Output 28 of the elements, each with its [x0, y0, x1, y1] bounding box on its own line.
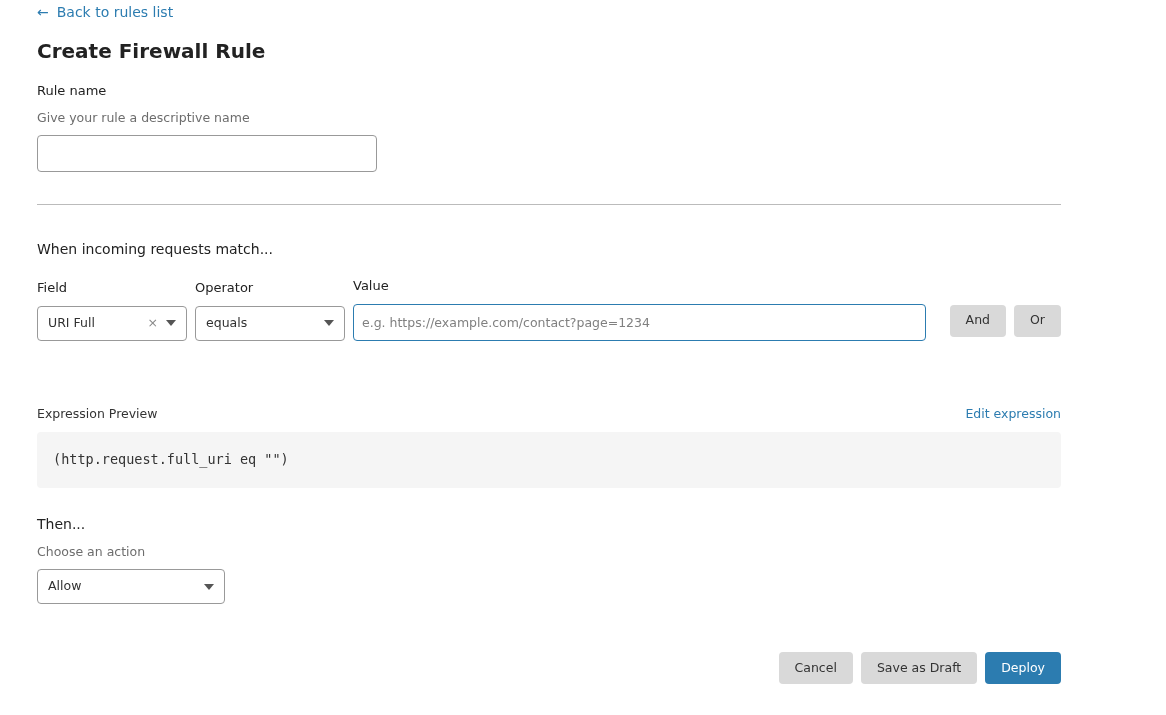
- edit-expression-link[interactable]: Edit expression: [965, 404, 1061, 424]
- dropdown-caret-icon: [204, 583, 214, 590]
- page-title: Create Firewall Rule: [37, 39, 267, 63]
- value-input[interactable]: e.g. https://example.com/contact?page=1234: [353, 303, 926, 341]
- field-hint: Choose an action: [37, 542, 147, 561]
- logic-button[interactable]: Or: [1014, 304, 1061, 337]
- dropdown-caret-icon: [324, 320, 334, 327]
- field-hint: Give your rule a descriptive name: [37, 108, 251, 127]
- back-link[interactable]: ← Back to rules list: [37, 2, 174, 23]
- expression-preview: (http.request.full_uri eq ""): [37, 431, 1061, 488]
- section-heading: Then...: [37, 514, 87, 534]
- rule-name-input[interactable]: [37, 135, 377, 173]
- field-label: Field: [37, 279, 68, 298]
- action-dropdown[interactable]: Allow: [37, 569, 225, 605]
- select-dropdown[interactable]: URI Full ×: [37, 305, 187, 341]
- section-heading: When incoming requests match...: [37, 240, 274, 260]
- clear-icon[interactable]: ×: [147, 313, 158, 333]
- secondary-button[interactable]: Save as Draft: [860, 652, 978, 685]
- arrow-icon: ←: [37, 2, 49, 23]
- logic-button[interactable]: And: [949, 304, 1006, 337]
- field-label: Value: [353, 277, 390, 296]
- select-dropdown[interactable]: equals: [195, 305, 345, 341]
- field-label: Operator: [195, 279, 255, 298]
- field-label: Rule name: [37, 82, 108, 100]
- expression-label: Expression Preview: [37, 404, 158, 423]
- primary-button[interactable]: Deploy: [985, 652, 1061, 685]
- secondary-button[interactable]: Cancel: [778, 652, 853, 685]
- dropdown-caret-icon: [166, 320, 176, 327]
